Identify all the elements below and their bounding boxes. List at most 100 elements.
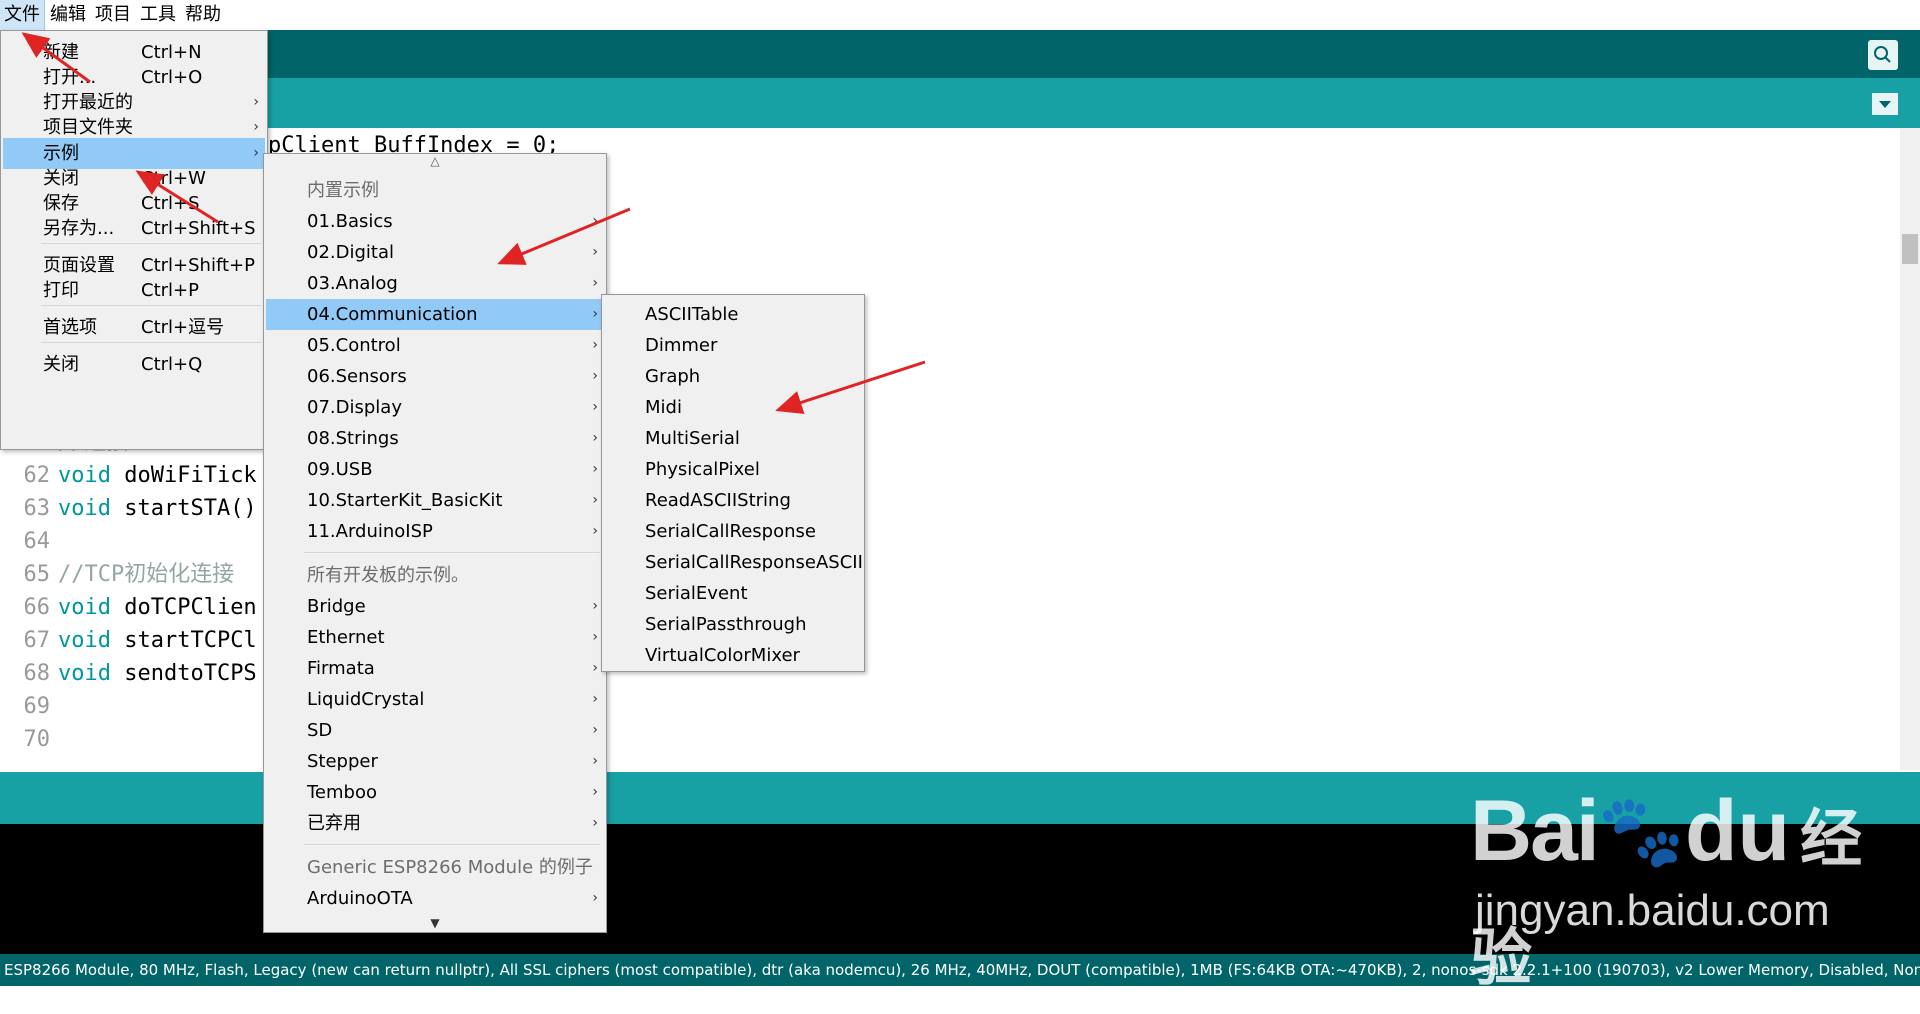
line-number: 69 [23,694,51,719]
communication-example-item[interactable]: PhysicalPixel [604,454,862,485]
examples-menu-item[interactable]: Stepper › [266,746,604,777]
menu-item-label: 打印 [43,280,79,301]
chevron-right-icon: › [592,815,598,831]
examples-menu-item[interactable]: 07.Display › [266,392,604,423]
communication-example-item[interactable]: Graph [604,361,862,392]
code-line: 68 void sendtoTCPS [0,659,257,689]
examples-menu-item[interactable]: 02.Digital › [266,237,604,268]
chevron-right-icon: › [592,890,598,906]
menu-item-label: SerialPassthrough [645,614,807,635]
menu-item-label: Ethernet [307,627,385,648]
code-line: 70 [0,725,58,755]
menu-item-label: ArduinoOTA [307,888,413,909]
menu-help[interactable]: 帮助 [181,0,225,30]
code-keyword: void [58,463,111,488]
scroll-up-icon[interactable]: △ [264,154,606,168]
scrollbar-thumb[interactable] [1902,234,1918,264]
code-line: 64 [0,527,58,557]
menu-separator [304,844,600,845]
communication-example-item[interactable]: SerialEvent [604,578,862,609]
code-line: 66 void doTCPClien [0,593,257,623]
code-line: 63 void startSTA() [0,494,257,524]
examples-menu-item[interactable]: SD › [266,715,604,746]
line-number: 68 [23,661,51,686]
baidu-jingyan-logo: Bai🐾du 经验 [1470,783,1863,993]
menu-tools[interactable]: 工具 [136,0,180,30]
editor-scrollbar[interactable] [1900,128,1920,770]
examples-menu-item[interactable]: Firmata › [266,653,604,684]
chevron-right-icon: › [592,337,598,353]
examples-menu-item[interactable]: 03.Analog › [266,268,604,299]
examples-menu-item[interactable]: 已弃用 › [266,808,604,839]
file-menu-item[interactable]: 关闭 Ctrl+Q [3,349,265,380]
watermark-url: jingyan.baidu.com [1475,886,1830,935]
chevron-right-icon: › [592,244,598,260]
examples-menu-item[interactable]: 04.Communication › [266,299,604,330]
menu-item-shortcut: Ctrl+Shift+S [141,218,256,239]
chevron-right-icon: › [592,368,598,384]
tab-menu-button[interactable] [1872,93,1898,115]
code-text: sendtoTCPS [110,661,257,686]
menu-item-label: 03.Analog [307,273,398,294]
examples-menu-item[interactable]: 09.USB › [266,454,604,485]
menu-project[interactable]: 项目 [91,0,135,30]
menu-item-label: 另存为... [43,218,115,239]
file-menu-item[interactable]: 打印 Ctrl+P [3,275,265,306]
examples-menu-item[interactable]: Ethernet › [266,622,604,653]
examples-menu-item[interactable]: ArduinoOTA › [266,883,604,914]
menu-edit[interactable]: 编辑 [46,0,90,30]
examples-menu-item[interactable]: 01.Basics › [266,206,604,237]
menu-item-label: 06.Sensors [307,366,407,387]
code-line: 69 [0,692,58,722]
chevron-right-icon: › [592,660,598,676]
line-number: 62 [23,463,51,488]
examples-menu-item[interactable]: Bridge › [266,591,604,622]
communication-example-item[interactable]: ReadASCIIString [604,485,862,516]
examples-menu-item[interactable]: Temboo › [266,777,604,808]
menu-item-label: Midi [645,397,682,418]
menubar: 文件 编辑 项目 工具 帮助 [0,0,1920,31]
communication-example-item[interactable]: Dimmer [604,330,862,361]
chevron-right-icon: › [592,629,598,645]
menu-item-label: ReadASCIIString [645,490,791,511]
file-menu-item[interactable]: 另存为... Ctrl+Shift+S [3,213,265,244]
communication-example-item[interactable]: SerialCallResponse [604,516,862,547]
line-number: 67 [23,628,51,653]
code-text: startSTA() [110,496,257,521]
line-number: 65 [23,562,51,587]
chevron-right-icon: › [592,461,598,477]
communication-example-item[interactable]: Midi [604,392,862,423]
communication-example-item[interactable]: ASCIITable [604,299,862,330]
chevron-right-icon: › [592,523,598,539]
communication-example-item[interactable]: MultiSerial [604,423,862,454]
serial-monitor-button[interactable] [1868,40,1898,70]
examples-menu-item[interactable]: LiquidCrystal › [266,684,604,715]
examples-menu-item[interactable]: 08.Strings › [266,423,604,454]
communication-example-item[interactable]: VirtualColorMixer [604,640,862,671]
scroll-down-icon[interactable]: ▼ [264,916,606,930]
menu-item-label: VirtualColorMixer [645,645,800,666]
communication-example-item[interactable]: SerialPassthrough [604,609,862,640]
communication-example-item[interactable]: SerialCallResponseASCII [604,547,863,578]
file-menu-item[interactable]: 首选项 Ctrl+逗号 [3,312,265,343]
menu-section-header: Generic ESP8266 Module 的例子 [266,852,604,883]
menu-item-label: Dimmer [645,335,718,356]
menu-item-label: 04.Communication [307,304,478,325]
chevron-right-icon: › [592,753,598,769]
menu-item-label: SerialEvent [645,583,748,604]
chevron-right-icon: › [592,430,598,446]
menu-file[interactable]: 文件 [0,0,45,31]
menu-separator [41,342,261,343]
chevron-right-icon: › [592,306,598,322]
examples-menu-item[interactable]: 06.Sensors › [266,361,604,392]
section-header-label: 内置示例 [307,180,379,201]
chevron-right-icon: › [592,722,598,738]
examples-menu-item[interactable]: 11.ArduinoISP › [266,516,604,547]
menu-item-label: PhysicalPixel [645,459,760,480]
chevron-right-icon: › [592,399,598,415]
line-number: 63 [23,496,51,521]
examples-menu-item[interactable]: 10.StarterKit_BasicKit › [266,485,604,516]
examples-menu-item[interactable]: 05.Control › [266,330,604,361]
menu-item-label: Graph [645,366,701,387]
code-keyword: void [58,661,111,686]
